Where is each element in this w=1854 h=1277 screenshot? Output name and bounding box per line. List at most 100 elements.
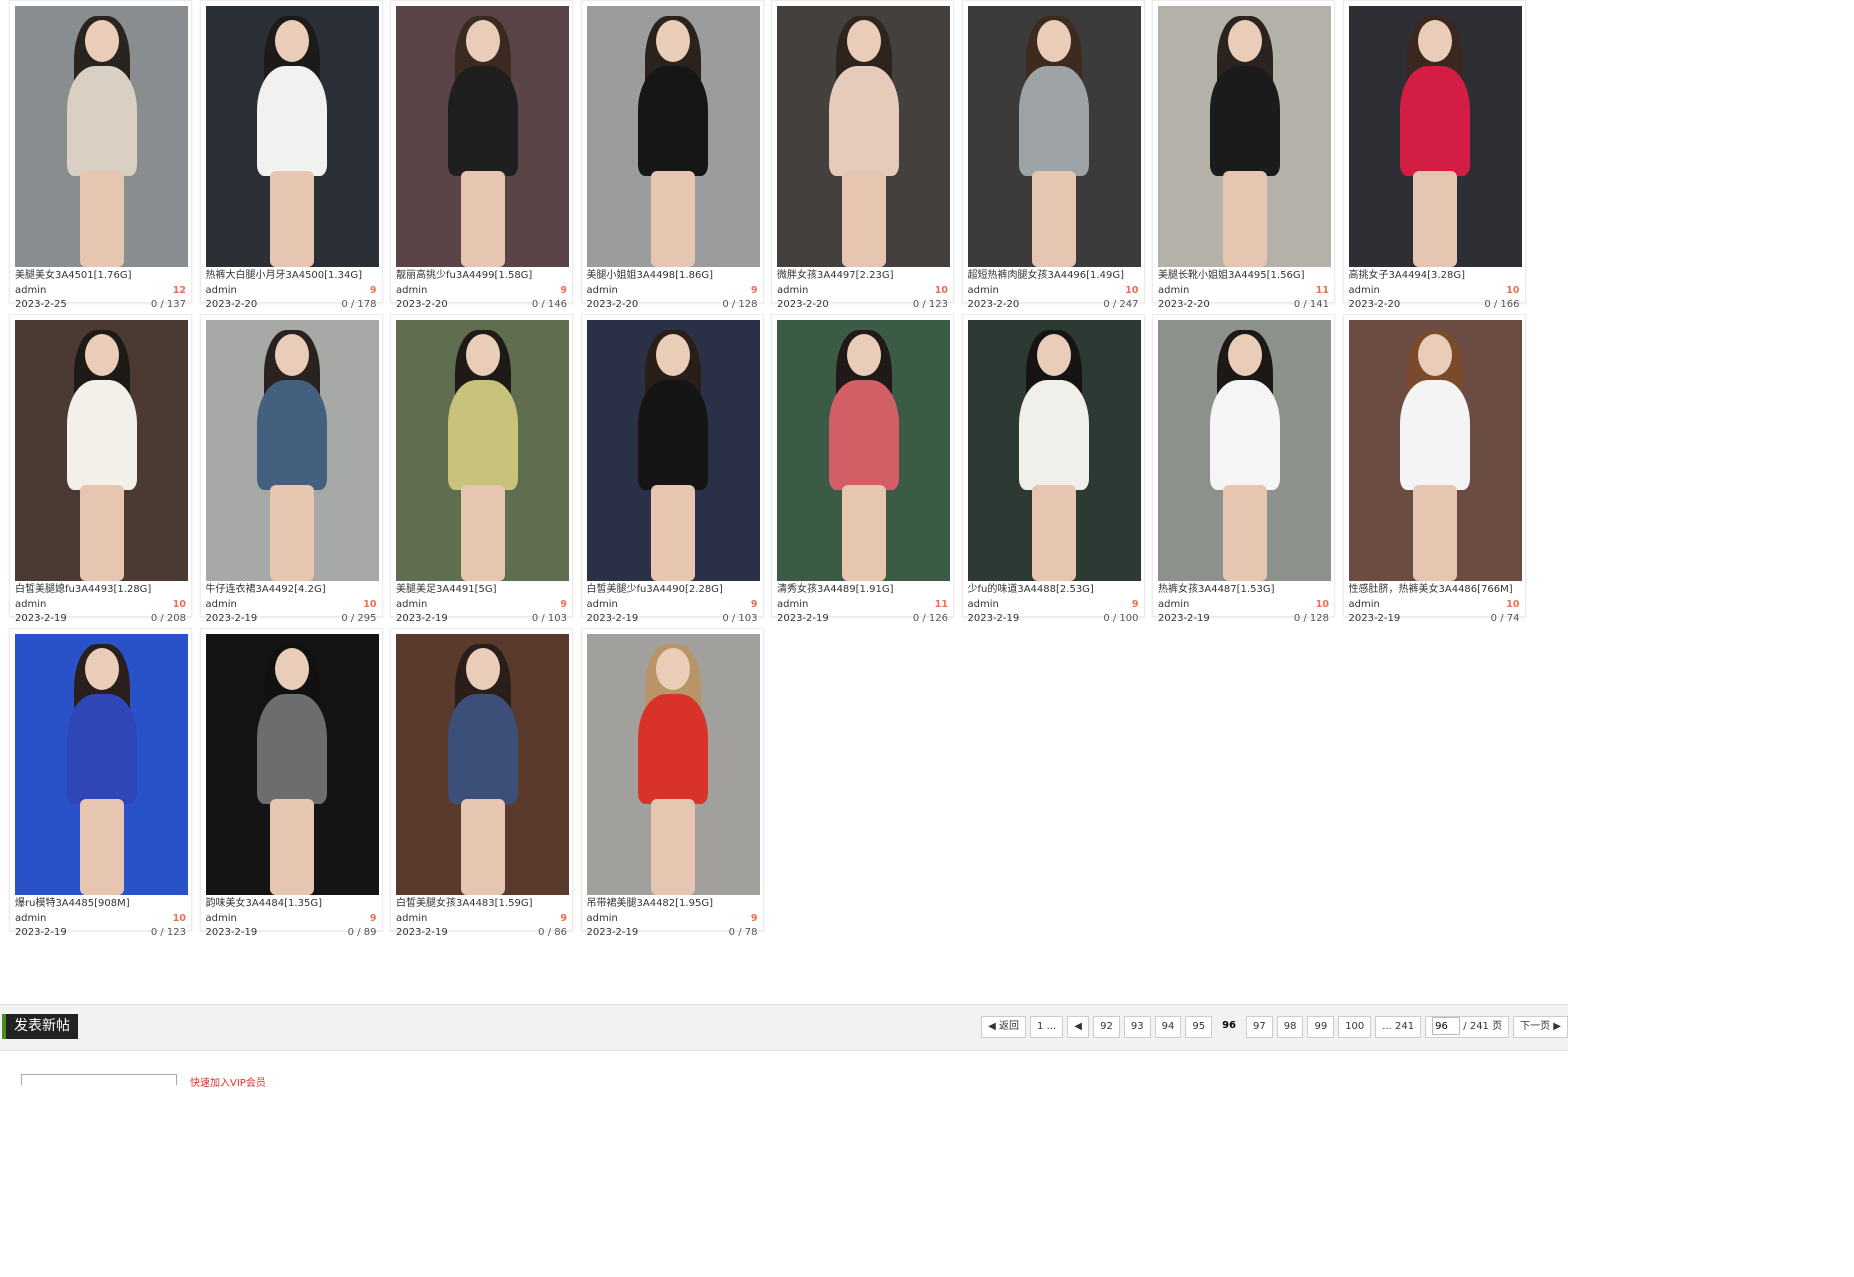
thread-author[interactable]: admin xyxy=(1349,599,1380,610)
new-post-button[interactable]: 发表新帖 xyxy=(2,1014,78,1039)
thread-author[interactable]: admin xyxy=(396,599,427,610)
thread-title[interactable]: 热裤女孩3A4487[1.53G] xyxy=(1158,583,1333,597)
thread-title[interactable]: 白皙美腿少fu3A4490[2.28G] xyxy=(587,583,762,597)
page-first[interactable]: 1 ... xyxy=(1030,1016,1064,1038)
thread-thumbnail[interactable] xyxy=(586,634,760,895)
page-link[interactable]: 98 xyxy=(1276,1016,1304,1038)
thread-stats: 0 / 78 xyxy=(728,927,758,938)
page-link[interactable]: 97 xyxy=(1245,1016,1273,1038)
vip-notice[interactable]: 快速加入VIP会员 xyxy=(190,1074,266,1089)
thread-title[interactable]: 靓丽高挑少fu3A4499[1.58G] xyxy=(396,269,571,283)
thread-title[interactable]: 爆ru模特3A4485[908M] xyxy=(15,897,190,911)
thread-author[interactable]: admin xyxy=(587,599,618,610)
thread-thumbnail[interactable] xyxy=(967,6,1141,267)
thread-author[interactable]: admin xyxy=(968,599,999,610)
thread-thumbnail[interactable] xyxy=(1348,320,1522,581)
thread-thumbnail[interactable] xyxy=(15,6,188,267)
thread-thumbnail[interactable] xyxy=(396,634,569,895)
thread-card[interactable]: 美腿美女3A4501[1.76G] admin 12 2023-2-25 0 /… xyxy=(9,0,192,310)
thread-author[interactable]: admin xyxy=(396,285,427,296)
thread-author[interactable]: admin xyxy=(968,285,999,296)
prev-page-button[interactable]: ◀ xyxy=(1067,1016,1090,1038)
back-button[interactable]: ◀ 返回 xyxy=(981,1016,1027,1038)
thread-card[interactable]: 美腿长靴小姐姐3A4495[1.56G] admin 11 2023-2-20 … xyxy=(1152,0,1335,310)
thread-card[interactable]: 热裤大白腿小月牙3A4500[1.34G] admin 9 2023-2-20 … xyxy=(199,0,383,310)
thread-title[interactable]: 白皙美腿媳fu3A4493[1.28G] xyxy=(15,583,190,597)
thread-author[interactable]: admin xyxy=(15,913,46,924)
thread-thumbnail[interactable] xyxy=(1158,6,1331,267)
thread-thumbnail[interactable] xyxy=(777,320,950,581)
thread-author[interactable]: admin xyxy=(206,599,237,610)
thread-card[interactable]: 清秀女孩3A4489[1.91G] admin 11 2023-2-19 0 /… xyxy=(771,314,954,624)
thread-card[interactable]: 美腿小姐姐3A4498[1.86G] admin 9 2023-2-20 0 /… xyxy=(580,0,764,310)
thread-author[interactable]: admin xyxy=(15,599,46,610)
thread-card[interactable]: 少fu的味道3A4488[2.53G] admin 9 2023-2-19 0 … xyxy=(961,314,1145,624)
page-link[interactable]: 95 xyxy=(1185,1016,1213,1038)
thread-title[interactable]: 牛仔连衣裙3A4492[4.2G] xyxy=(206,583,381,597)
thread-title[interactable]: 清秀女孩3A4489[1.91G] xyxy=(777,583,952,597)
thread-thumbnail[interactable] xyxy=(586,320,760,581)
thread-author[interactable]: admin xyxy=(206,913,237,924)
thread-card[interactable]: 热裤女孩3A4487[1.53G] admin 10 2023-2-19 0 /… xyxy=(1152,314,1335,624)
thread-thumbnail[interactable] xyxy=(205,634,379,895)
thread-thumbnail[interactable] xyxy=(396,320,569,581)
thread-card[interactable]: 超短热裤肉腿女孩3A4496[1.49G] admin 10 2023-2-20… xyxy=(961,0,1145,310)
thread-card[interactable]: 高挑女子3A4494[3.28G] admin 10 2023-2-20 0 /… xyxy=(1342,0,1526,310)
thread-thumbnail[interactable] xyxy=(15,634,188,895)
thread-thumbnail[interactable] xyxy=(777,6,950,267)
thread-date: 2023-2-19 xyxy=(1348,613,1401,624)
thread-card[interactable]: 牛仔连衣裙3A4492[4.2G] admin 10 2023-2-19 0 /… xyxy=(199,314,383,624)
thread-card[interactable]: 白皙美腿媳fu3A4493[1.28G] admin 10 2023-2-19 … xyxy=(9,314,192,624)
thread-thumbnail[interactable] xyxy=(967,320,1141,581)
thread-thumbnail[interactable] xyxy=(15,320,188,581)
thread-card[interactable]: 靓丽高挑少fu3A4499[1.58G] admin 9 2023-2-20 0… xyxy=(390,0,573,310)
thread-author[interactable]: admin xyxy=(1158,599,1189,610)
thread-author[interactable]: admin xyxy=(587,285,618,296)
thread-card[interactable]: 韵味美女3A4484[1.35G] admin 9 2023-2-19 0 / … xyxy=(199,628,383,938)
thread-author[interactable]: admin xyxy=(1349,285,1380,296)
thread-title[interactable]: 性感肚脐，热裤美女3A4486[766M] xyxy=(1349,583,1524,597)
thread-author[interactable]: admin xyxy=(587,913,618,924)
thread-author[interactable]: admin xyxy=(15,285,46,296)
page-link[interactable]: 99 xyxy=(1307,1016,1335,1038)
thread-title[interactable]: 美腿美女3A4501[1.76G] xyxy=(15,269,190,283)
thread-author[interactable]: admin xyxy=(396,913,427,924)
thread-thumbnail[interactable] xyxy=(396,6,569,267)
thread-title[interactable]: 美腿美足3A4491[5G] xyxy=(396,583,571,597)
page-link[interactable]: 100 xyxy=(1338,1016,1372,1038)
thread-author[interactable]: admin xyxy=(206,285,237,296)
thread-card[interactable]: 白皙美腿女孩3A4483[1.59G] admin 9 2023-2-19 0 … xyxy=(390,628,573,938)
thread-author[interactable]: admin xyxy=(777,599,808,610)
thread-title[interactable]: 热裤大白腿小月牙3A4500[1.34G] xyxy=(206,269,381,283)
thread-card[interactable]: 爆ru模特3A4485[908M] admin 10 2023-2-19 0 /… xyxy=(9,628,192,938)
page-link[interactable]: 94 xyxy=(1154,1016,1182,1038)
page-link[interactable]: 93 xyxy=(1123,1016,1151,1038)
thread-title[interactable]: 美腿长靴小姐姐3A4495[1.56G] xyxy=(1158,269,1333,283)
thread-author[interactable]: admin xyxy=(1158,285,1189,296)
thread-stats: 0 / 247 xyxy=(1103,299,1139,310)
thread-date: 2023-2-20 xyxy=(777,299,829,310)
thread-title[interactable]: 美腿小姐姐3A4498[1.86G] xyxy=(587,269,762,283)
thread-author[interactable]: admin xyxy=(777,285,808,296)
thread-thumbnail[interactable] xyxy=(205,6,379,267)
thread-thumbnail[interactable] xyxy=(205,320,379,581)
thread-title[interactable]: 超短热裤肉腿女孩3A4496[1.49G] xyxy=(968,269,1143,283)
thread-card[interactable]: 美腿美足3A4491[5G] admin 9 2023-2-19 0 / 103 xyxy=(390,314,573,624)
page-jump-input[interactable] xyxy=(1432,1017,1461,1035)
thread-title[interactable]: 吊带裙美腿3A4482[1.95G] xyxy=(587,897,762,911)
thread-title[interactable]: 少fu的味道3A4488[2.53G] xyxy=(968,583,1143,597)
thread-card[interactable]: 性感肚脐，热裤美女3A4486[766M] admin 10 2023-2-19… xyxy=(1342,314,1526,624)
thread-card[interactable]: 白皙美腿少fu3A4490[2.28G] admin 9 2023-2-19 0… xyxy=(580,314,764,624)
thread-thumbnail[interactable] xyxy=(1158,320,1331,581)
thread-title[interactable]: 微胖女孩3A4497[2.23G] xyxy=(777,269,952,283)
page-last[interactable]: ... 241 xyxy=(1375,1016,1422,1038)
page-link[interactable]: 92 xyxy=(1093,1016,1120,1038)
next-page-button[interactable]: 下一页 ▶ xyxy=(1513,1016,1568,1038)
thread-thumbnail[interactable] xyxy=(1348,6,1522,267)
thread-card[interactable]: 吊带裙美腿3A4482[1.95G] admin 9 2023-2-19 0 /… xyxy=(580,628,764,938)
thread-title[interactable]: 韵味美女3A4484[1.35G] xyxy=(206,897,381,911)
thread-title[interactable]: 白皙美腿女孩3A4483[1.59G] xyxy=(396,897,571,911)
thread-title[interactable]: 高挑女子3A4494[3.28G] xyxy=(1349,269,1524,283)
thread-thumbnail[interactable] xyxy=(586,6,760,267)
thread-card[interactable]: 微胖女孩3A4497[2.23G] admin 10 2023-2-20 0 /… xyxy=(771,0,954,310)
